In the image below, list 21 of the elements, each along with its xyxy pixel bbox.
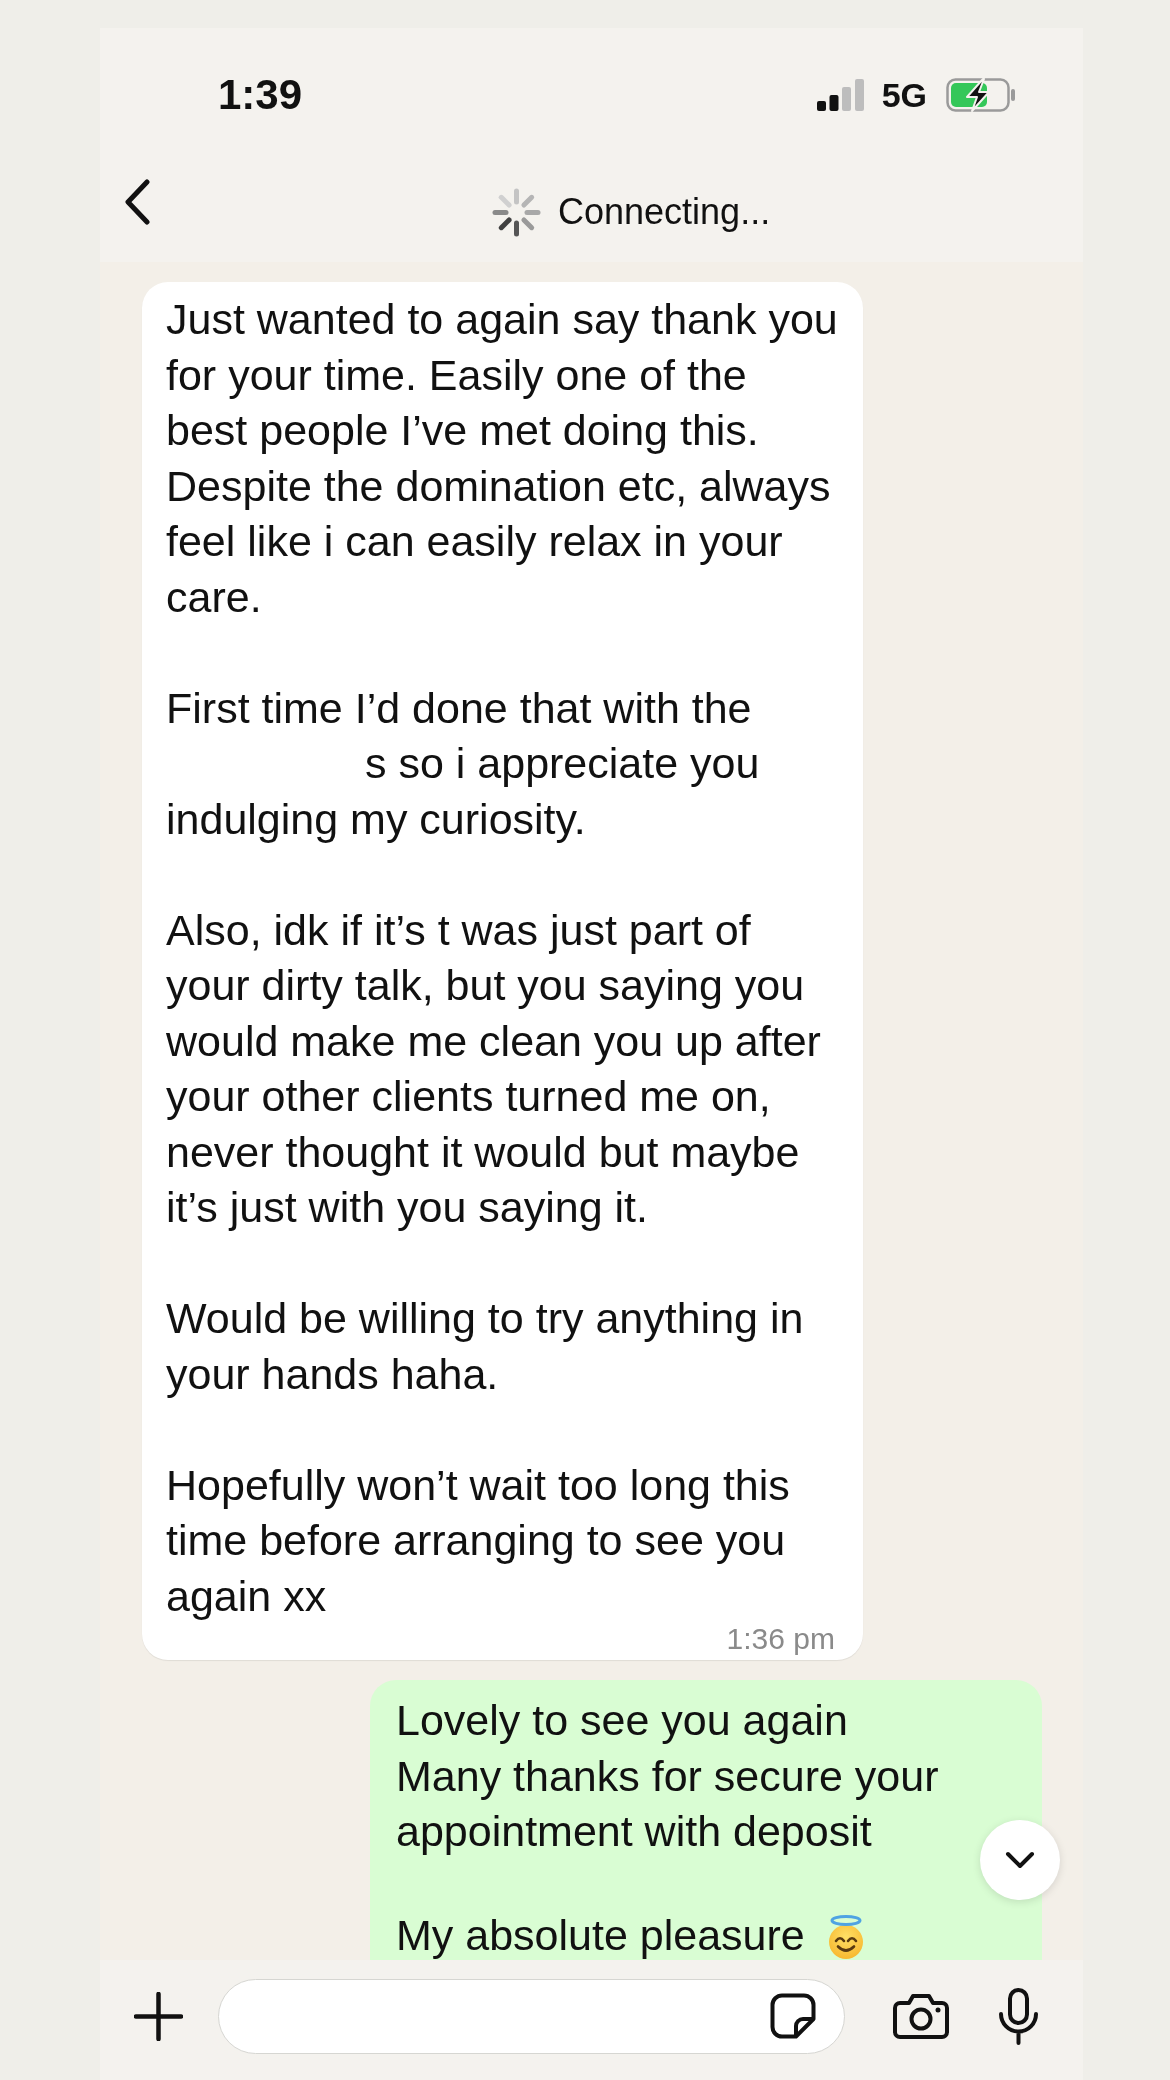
message-time: 1:36 pm xyxy=(726,1624,835,1654)
message-text: Would be willing to try anything in your hands haha. xyxy=(166,1293,804,1400)
sticker-icon[interactable] xyxy=(770,1993,816,2039)
message-text: s so i appreciate you indulging my curiosity. xyxy=(166,738,760,845)
loading-spinner-icon xyxy=(492,187,541,237)
camera-icon[interactable] xyxy=(893,1993,949,2039)
signal-bars-icon xyxy=(816,79,865,111)
microphone-icon[interactable] xyxy=(998,1987,1039,2045)
message-text: My absolute pleasure xyxy=(396,1910,805,1959)
message-text: Just wanted to again say thank you for your time. Easily one of the best people I’ve met doing this. Despite the domination etc, always feel like i can easily relax in your care. xyxy=(166,294,838,623)
network-type: 5G xyxy=(881,78,927,112)
message-text: Lovely to see you again Many thanks for secure your appointment with deposit xyxy=(396,1695,939,1857)
battery-charging-icon xyxy=(946,78,1016,112)
message-text: Hopefully won’t wait too long this time before arranging to see you again xx xyxy=(166,1459,790,1622)
status-time: 1:39 xyxy=(218,74,303,116)
back-icon[interactable] xyxy=(123,179,151,225)
message-text: First time I’d done that with the xyxy=(166,682,752,734)
connection-status: Connecting... xyxy=(558,194,771,230)
message-text: Also, idk if it’s t was just part of your dirty talk, but you saying you would make me clean you up after your other clients turned me on, never thought it would but maybe it’s just with you saying it. xyxy=(166,904,821,1233)
plus-icon[interactable] xyxy=(134,1991,183,2041)
chevron-down-icon xyxy=(1005,1851,1035,1869)
